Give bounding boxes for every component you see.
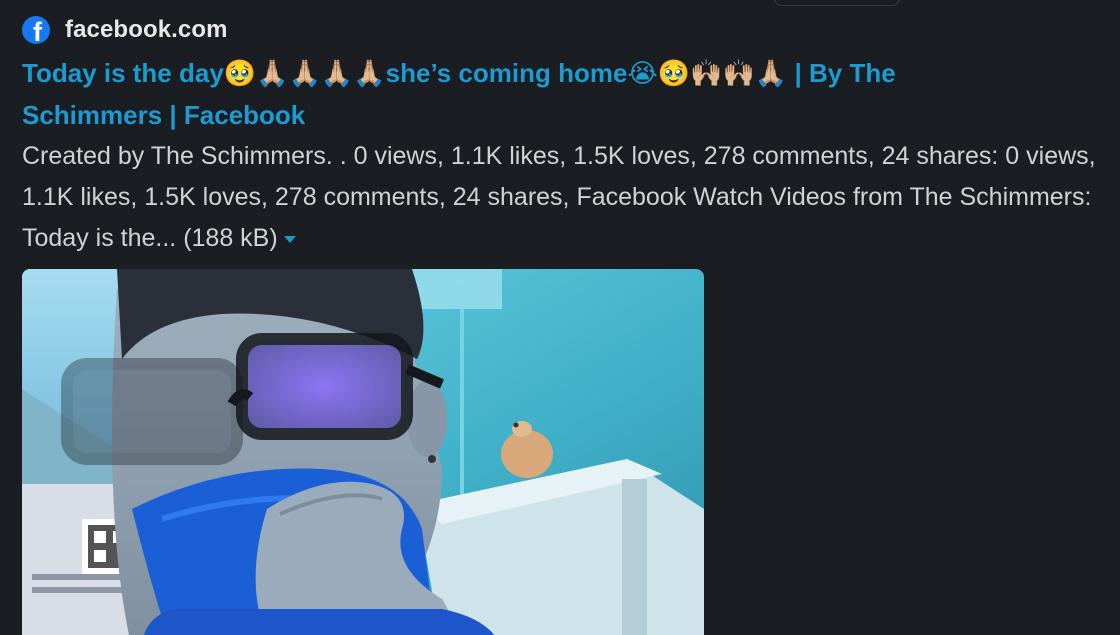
unfurl-description-text: Created by The Schimmers. . 0 views, 1.1… [22,142,1096,252]
facebook-icon-glyph: f [33,17,42,45]
unfurl-description: Created by The Schimmers. . 0 views, 1.1… [22,136,1112,259]
source-name: facebook.com [65,16,228,43]
unfurl-source-row: f facebook.com [22,12,1112,48]
caret-down-icon[interactable] [283,235,296,243]
unfurl-title-link[interactable]: Today is the day🥹🙏🏼🙏🏼🙏🏼🙏🏼she’s coming ho… [22,52,1022,136]
link-unfurl: f facebook.com Today is the day🥹🙏🏼🙏🏼🙏🏼🙏🏼… [22,12,1112,259]
previous-message-action-box [774,0,900,6]
video-preview-image[interactable] [22,269,704,635]
facebook-icon: f [22,16,50,44]
